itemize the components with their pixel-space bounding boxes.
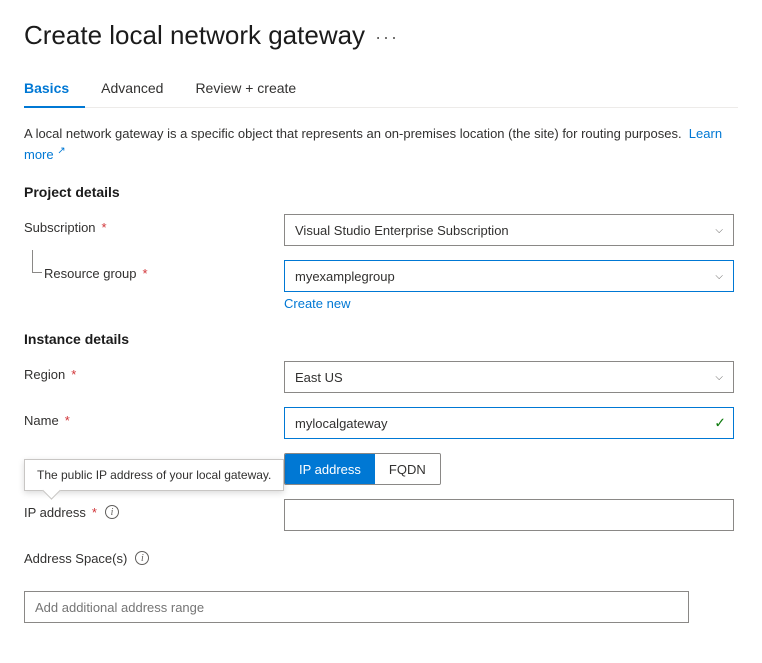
ip-address-input[interactable] xyxy=(284,499,734,531)
fqdn-toggle-button[interactable]: FQDN xyxy=(375,454,440,484)
ip-address-control xyxy=(284,499,738,531)
ellipsis-menu-button[interactable]: ··· xyxy=(375,27,399,48)
description-text: A local network gateway is a specific ob… xyxy=(24,124,724,164)
tab-basics[interactable]: Basics xyxy=(24,72,85,108)
subscription-row: Subscription * Visual Studio Enterprise … xyxy=(24,214,738,246)
project-details-heading: Project details xyxy=(24,184,738,200)
address-space-input[interactable] xyxy=(24,591,689,623)
name-control: ✓ xyxy=(284,407,738,439)
address-space-label: Address Space(s) xyxy=(24,551,127,566)
tab-bar: Basics Advanced Review + create xyxy=(24,71,738,108)
tab-review-create[interactable]: Review + create xyxy=(195,72,312,108)
resource-group-control: myexamplegroup ⌵ Create new xyxy=(284,260,738,311)
ip-address-info-icon[interactable]: i xyxy=(105,505,119,519)
subscription-dropdown[interactable]: Visual Studio Enterprise Subscription ⌵ xyxy=(284,214,734,246)
tab-advanced[interactable]: Advanced xyxy=(101,72,179,108)
endpoint-toggle-control: IP address FQDN xyxy=(284,453,738,485)
page-title: Create local network gateway xyxy=(24,20,365,51)
subscription-label-col: Subscription * xyxy=(24,214,284,235)
name-check-icon: ✓ xyxy=(714,415,726,432)
ip-address-tooltip: The public IP address of your local gate… xyxy=(24,459,284,491)
name-row: Name * ✓ xyxy=(24,407,738,439)
resource-group-required: * xyxy=(143,266,148,281)
subscription-label: Subscription xyxy=(24,220,96,235)
ip-address-required: * xyxy=(92,505,97,520)
address-space-input-wrapper xyxy=(24,591,689,623)
create-new-resource-group-link[interactable]: Create new xyxy=(284,296,350,311)
region-control: East US ⌵ xyxy=(284,361,738,393)
resource-group-chevron-icon: ⌵ xyxy=(715,271,723,282)
name-required: * xyxy=(65,413,70,428)
region-row: Region * East US ⌵ xyxy=(24,361,738,393)
resource-group-dropdown[interactable]: myexamplegroup ⌵ xyxy=(284,260,734,292)
address-space-input-row xyxy=(24,591,738,623)
external-link-icon: ↗ xyxy=(57,146,65,157)
ip-address-label-col: The public IP address of your local gate… xyxy=(24,499,284,520)
project-details-section: Project details Subscription * Visual St… xyxy=(24,184,738,311)
name-input[interactable] xyxy=(284,407,734,439)
subscription-required: * xyxy=(102,220,107,235)
region-chevron-icon: ⌵ xyxy=(715,372,723,383)
region-label-col: Region * xyxy=(24,361,284,382)
page-title-row: Create local network gateway ··· xyxy=(24,20,738,51)
address-space-row: Address Space(s) i xyxy=(24,545,738,577)
resource-group-row: Resource group * myexamplegroup ⌵ Create… xyxy=(24,260,738,311)
instance-details-heading: Instance details xyxy=(24,331,738,347)
name-input-wrapper: ✓ xyxy=(284,407,734,439)
name-label: Name xyxy=(24,413,59,428)
address-space-label-col: Address Space(s) i xyxy=(24,545,284,566)
address-space-info-icon[interactable]: i xyxy=(135,551,149,565)
region-label: Region xyxy=(24,367,65,382)
resource-group-label: Resource group xyxy=(44,266,137,281)
ip-address-label: IP address xyxy=(24,505,86,520)
subscription-chevron-icon: ⌵ xyxy=(715,225,723,236)
resource-group-label-col: Resource group * xyxy=(24,260,284,281)
endpoint-toggle-group: IP address FQDN xyxy=(284,453,441,485)
ip-address-row: The public IP address of your local gate… xyxy=(24,499,738,531)
ip-address-toggle-button[interactable]: IP address xyxy=(285,454,375,484)
region-dropdown[interactable]: East US ⌵ xyxy=(284,361,734,393)
subscription-control: Visual Studio Enterprise Subscription ⌵ xyxy=(284,214,738,246)
name-label-col: Name * xyxy=(24,407,284,428)
instance-details-section: Instance details Region * East US ⌵ Name… xyxy=(24,331,738,623)
region-required: * xyxy=(71,367,76,382)
